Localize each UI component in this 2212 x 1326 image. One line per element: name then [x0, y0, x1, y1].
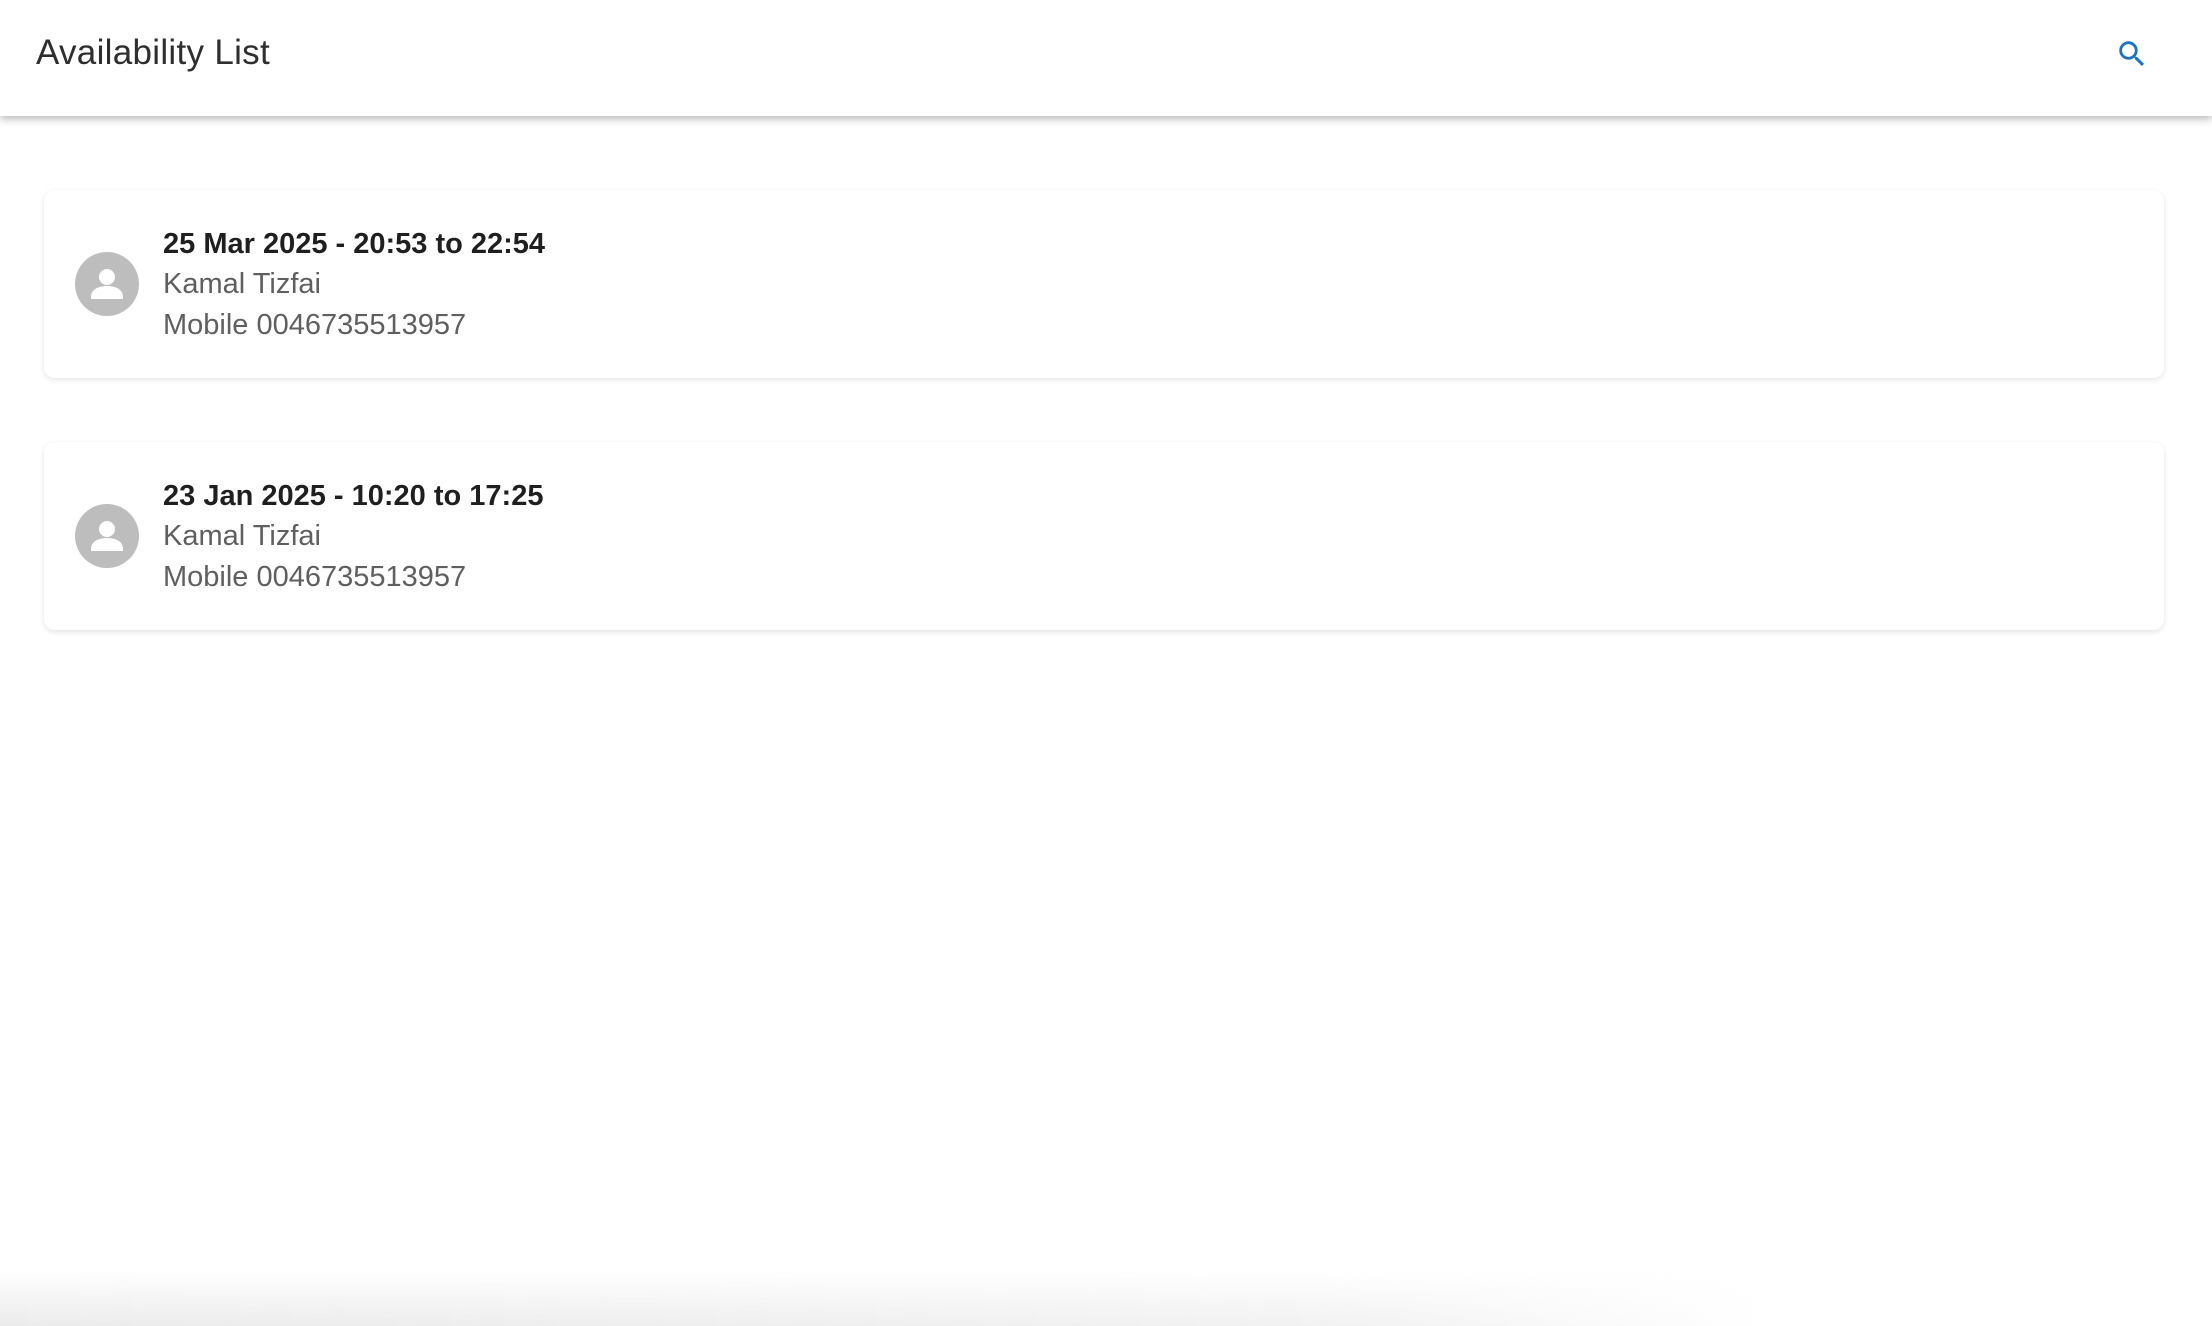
availability-time: 25 Mar 2025 - 20:53 to 22:54	[163, 228, 546, 260]
availability-card[interactable]: 23 Jan 2025 - 10:20 to 17:25 Kamal Tizfa…	[44, 442, 2164, 630]
availability-time: 23 Jan 2025 - 10:20 to 17:25	[163, 480, 544, 512]
app-screen: Availability List 25 Mar 2025 - 20:53 to…	[0, 0, 2212, 1326]
card-details: 25 Mar 2025 - 20:53 to 22:54 Kamal Tizfa…	[163, 224, 545, 346]
page-title: Availability List	[36, 33, 271, 72]
bottom-shadow	[0, 1270, 2212, 1326]
person-name: Kamal Tizfai	[163, 268, 321, 300]
availability-card[interactable]: 25 Mar 2025 - 20:53 to 22:54 Kamal Tizfa…	[44, 190, 2164, 378]
mobile-number: Mobile 0046735513957	[163, 561, 467, 593]
avatar	[75, 504, 139, 568]
person-icon	[91, 269, 123, 299]
app-header: Availability List	[0, 0, 2212, 116]
card-details: 23 Jan 2025 - 10:20 to 17:25 Kamal Tizfa…	[163, 476, 543, 598]
mobile-number: Mobile 0046735513957	[163, 309, 467, 341]
person-icon	[91, 521, 123, 551]
search-button[interactable]	[2108, 30, 2156, 78]
avatar	[75, 252, 139, 316]
search-icon	[2119, 41, 2145, 67]
person-name: Kamal Tizfai	[163, 520, 321, 552]
